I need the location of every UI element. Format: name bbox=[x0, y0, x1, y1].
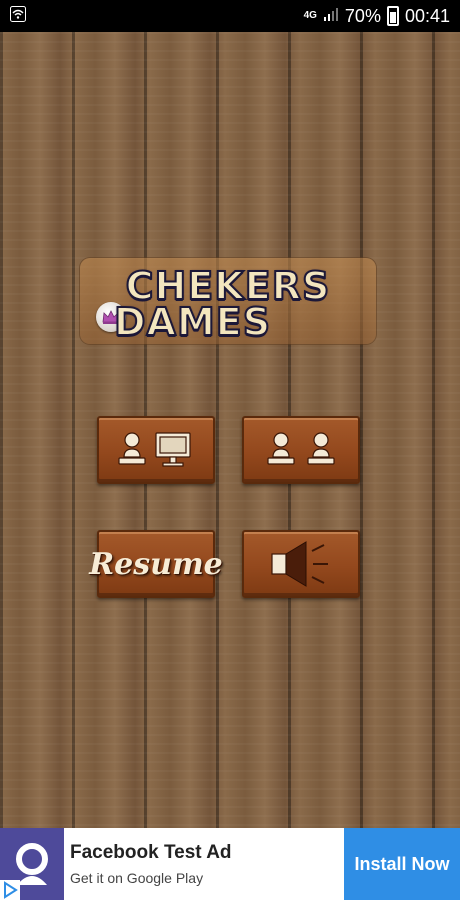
player-vs-computer-icon bbox=[118, 432, 191, 467]
battery-percent: 70% bbox=[344, 5, 381, 26]
resume-label: Resume bbox=[89, 546, 223, 582]
sound-toggle-button[interactable] bbox=[242, 530, 360, 598]
resume-button[interactable]: Resume bbox=[89, 530, 223, 598]
ad-app-icon[interactable] bbox=[0, 828, 64, 900]
wood-background bbox=[0, 32, 460, 828]
ad-subtitle: Get it on Google Play bbox=[70, 870, 204, 886]
ad-banner[interactable]: Facebook Test Ad Get it on Google Play I… bbox=[0, 828, 460, 900]
clock: 00:41 bbox=[404, 5, 450, 26]
wifi-icon bbox=[10, 5, 26, 27]
network-type: 4G bbox=[303, 10, 317, 21]
logo-title-line2: DAMES bbox=[113, 299, 272, 345]
status-bar: 4G 70% 00:41 bbox=[0, 0, 460, 32]
two-players-icon bbox=[267, 432, 335, 465]
ad-text-block[interactable]: Facebook Test Ad Get it on Google Play bbox=[64, 828, 344, 900]
google-play-corner-icon bbox=[0, 880, 20, 900]
ad-title: Facebook Test Ad bbox=[70, 842, 232, 863]
two-players-button[interactable] bbox=[242, 416, 360, 484]
player-vs-computer-button[interactable] bbox=[97, 416, 215, 484]
install-now-button[interactable]: Install Now bbox=[344, 828, 460, 900]
signal-icon bbox=[323, 6, 339, 27]
game-logo: CHEKERS DAMES bbox=[80, 258, 376, 345]
battery-icon bbox=[386, 6, 399, 26]
speaker-icon bbox=[271, 541, 328, 587]
